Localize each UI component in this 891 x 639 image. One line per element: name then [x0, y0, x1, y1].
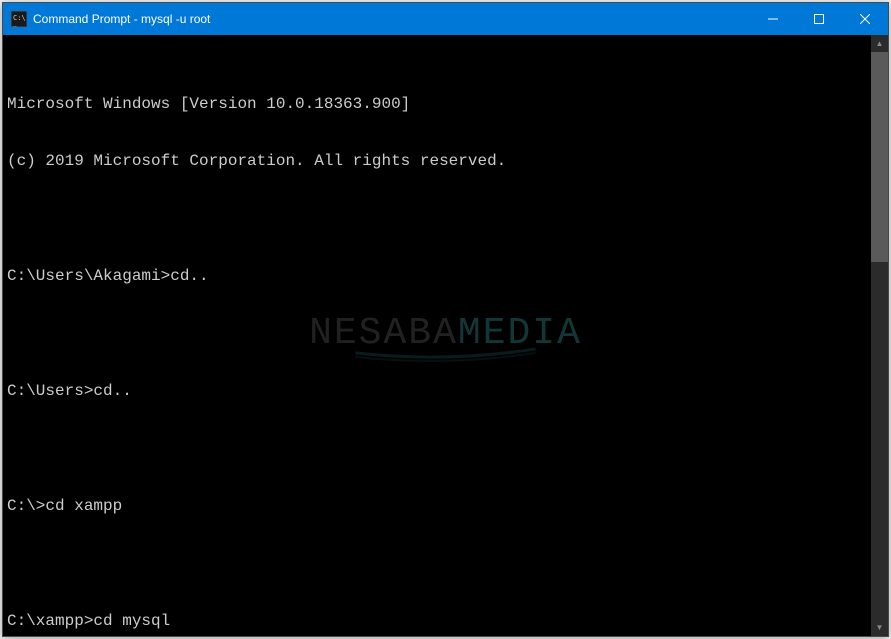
window-controls [750, 3, 888, 35]
svg-text:_: _ [13, 20, 17, 27]
maximize-button[interactable] [796, 3, 842, 35]
scrollbar-thumb[interactable] [871, 52, 888, 262]
terminal-line: C:\>cd xampp [7, 497, 884, 516]
window-title: Command Prompt - mysql -u root [33, 12, 750, 26]
terminal-line: C:\xampp>cd mysql [7, 612, 884, 631]
cmd-icon: C:\ _ [11, 11, 27, 27]
terminal-line [7, 325, 884, 344]
terminal-output[interactable]: NESABAMEDIA Microsoft Windows [Version 1… [3, 35, 888, 636]
terminal-line [7, 555, 884, 574]
scrollbar[interactable]: ▲ ▼ [871, 35, 888, 636]
scrollbar-up-icon[interactable]: ▲ [871, 35, 888, 52]
command-prompt-window: C:\ _ Command Prompt - mysql -u root NES… [2, 2, 889, 637]
terminal-line [7, 440, 884, 459]
terminal-line: C:\Users>cd.. [7, 382, 884, 401]
close-button[interactable] [842, 3, 888, 35]
minimize-button[interactable] [750, 3, 796, 35]
scrollbar-down-icon[interactable]: ▼ [871, 619, 888, 636]
titlebar[interactable]: C:\ _ Command Prompt - mysql -u root [3, 3, 888, 35]
terminal-line [7, 210, 884, 229]
terminal-line: Microsoft Windows [Version 10.0.18363.90… [7, 95, 884, 114]
terminal-line: C:\Users\Akagami>cd.. [7, 267, 884, 286]
terminal-line: (c) 2019 Microsoft Corporation. All righ… [7, 152, 884, 171]
